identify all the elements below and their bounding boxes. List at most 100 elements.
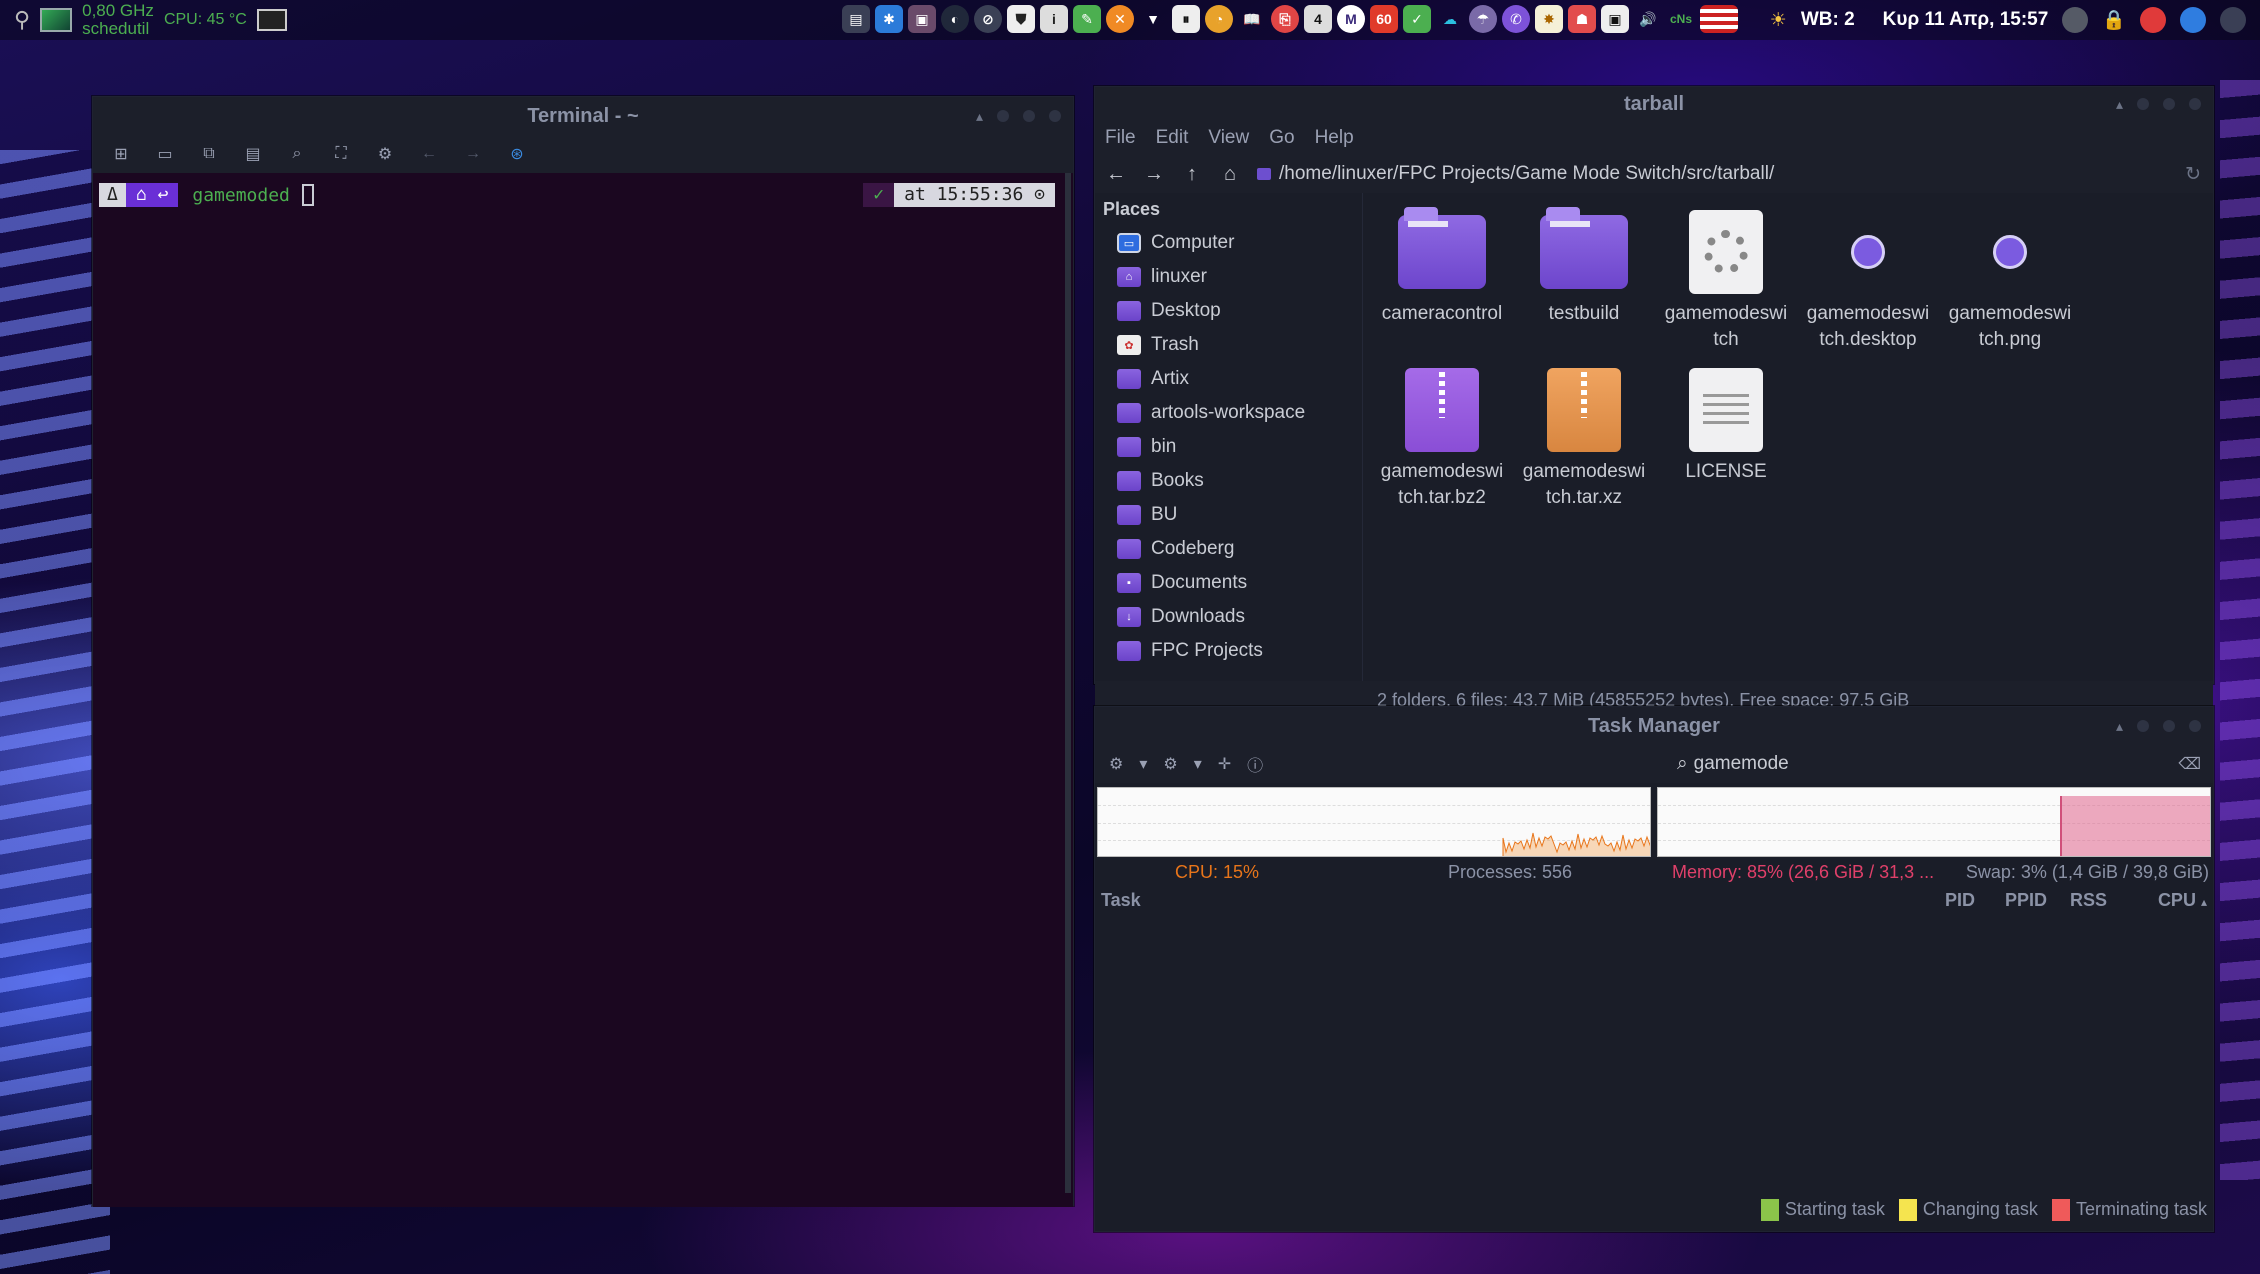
column-ppid[interactable]: PPID [1975, 890, 2047, 911]
badge-icon[interactable]: 60 [1370, 5, 1398, 33]
close-button[interactable] [1049, 110, 1061, 122]
sidebar-item-downloads[interactable]: ↓ Downloads [1103, 600, 1354, 634]
file-item[interactable]: gamemodeswi tch.desktop [1797, 209, 1939, 353]
path-field[interactable]: /home/linuxer/FPC Projects/Game Mode Swi… [1257, 163, 1774, 185]
sidebar-item-bin[interactable]: bin [1103, 430, 1354, 464]
terminal-output[interactable]: Δ ⌂ ↩ gamemoded ✓ at 15:55:36 ⊙ [93, 173, 1073, 1207]
file-item[interactable]: gamemodeswi tch [1655, 209, 1797, 353]
crosshair-icon[interactable]: ✛ [1218, 754, 1231, 774]
back-icon[interactable]: ← [1105, 163, 1127, 186]
file-item[interactable]: gamemodeswi tch.png [1939, 209, 2081, 353]
close-button[interactable] [2189, 98, 2201, 110]
settings-icon[interactable]: ⚙ [1109, 754, 1123, 774]
clock[interactable]: Κυρ 11 Απρ, 15:57 [1883, 9, 2049, 31]
search-field[interactable]: ⌕ gamemode [1677, 753, 1789, 775]
clear-search-icon[interactable]: ⌫ [2178, 754, 2201, 774]
file-manager-titlebar[interactable]: tarball ▴ [1095, 87, 2213, 121]
column-rss[interactable]: RSS [2047, 890, 2107, 911]
file-item[interactable]: gamemodeswi tch.tar.bz2 [1371, 367, 1513, 511]
pdf-icon[interactable]: ⎘ [1271, 5, 1299, 33]
sidebar-item-artools-workspace[interactable]: artools-workspace [1103, 396, 1354, 430]
copy-icon[interactable]: ⧉ [199, 145, 219, 163]
book-icon[interactable]: 📖 [1238, 5, 1266, 33]
previous-tab-icon[interactable]: ← [419, 145, 439, 163]
settings-icon[interactable]: ⚙ [1163, 754, 1177, 774]
terminal-scrollbar[interactable] [1065, 173, 1071, 1193]
reload-icon[interactable]: ↻ [2185, 163, 2201, 186]
security-icon[interactable]: ⛊ [1007, 5, 1035, 33]
task-manager-titlebar[interactable]: Task Manager ▴ [1095, 707, 2213, 745]
fullscreen-icon[interactable]: ⛶ [331, 145, 351, 163]
sidebar-item-computer[interactable]: ▭ Computer [1103, 226, 1354, 260]
settings-icon[interactable]: ⊘ [974, 5, 1002, 33]
up-icon[interactable]: ↑ [1181, 163, 1203, 186]
wifi-icon[interactable]: ▼ [1139, 5, 1167, 33]
help-icon[interactable]: ⊛ [507, 144, 527, 164]
sidebar-item-fpc-projects[interactable]: FPC Projects [1103, 634, 1354, 668]
chevron-down-icon[interactable]: ▾ [1139, 754, 1147, 774]
info-icon[interactable]: ⓘ [1247, 752, 1263, 776]
media-icon[interactable]: ⏸ [1172, 5, 1200, 33]
sidebar-item-linuxer[interactable]: ⌂ linuxer [1103, 260, 1354, 294]
browser-icon[interactable] [2180, 7, 2206, 33]
viber-icon[interactable]: ✆ [1502, 5, 1530, 33]
info-icon[interactable]: i [1040, 5, 1068, 33]
screen-icon[interactable] [256, 9, 287, 31]
new-window-icon[interactable]: ▭ [155, 144, 175, 164]
maximize-button[interactable] [1023, 110, 1035, 122]
sidebar-item-documents[interactable]: ▪ Documents [1103, 566, 1354, 600]
column-cpu[interactable]: CPU ▴ [2107, 890, 2207, 911]
minimize-button[interactable] [2137, 720, 2149, 732]
sidebar-item-books[interactable]: Books [1103, 464, 1354, 498]
alarm-icon[interactable]: ◔ [1205, 5, 1233, 33]
weather-icon[interactable]: ☂ [1469, 5, 1497, 33]
menu-go[interactable]: Go [1269, 127, 1294, 149]
settings-icon[interactable]: ⚙ [375, 144, 395, 164]
forward-icon[interactable]: → [1143, 163, 1165, 186]
sidebar-item-artix[interactable]: Artix [1103, 362, 1354, 396]
flag-icon[interactable] [1700, 5, 1738, 33]
network-icon[interactable]: ▣ [1601, 5, 1629, 33]
bluetooth-icon[interactable]: ✱ [875, 5, 903, 33]
cancel-icon[interactable]: ✕ [1106, 5, 1134, 33]
cloud-icon[interactable]: ☁ [1436, 5, 1464, 33]
close-button[interactable] [2189, 720, 2201, 732]
menu-help[interactable]: Help [1315, 127, 1354, 149]
shade-button[interactable]: ▴ [2116, 96, 2123, 113]
menu-edit[interactable]: Edit [1156, 127, 1189, 149]
search-icon[interactable]: ⌕ [287, 145, 307, 163]
file-item[interactable]: cameracontrol [1371, 207, 1513, 353]
sidebar-item-bu[interactable]: BU [1103, 498, 1354, 532]
sidebar-item-codeberg[interactable]: Codeberg [1103, 532, 1354, 566]
system-monitor-icon[interactable] [40, 8, 73, 32]
minimize-button[interactable] [997, 110, 1009, 122]
phone-icon[interactable]: ☗ [1568, 5, 1596, 33]
power-icon[interactable] [2140, 7, 2166, 33]
maximize-button[interactable] [2163, 720, 2175, 732]
next-tab-icon[interactable]: → [463, 145, 483, 163]
sidebar-item-desktop[interactable]: Desktop [1103, 294, 1354, 328]
tray-menu-icon[interactable] [2220, 7, 2246, 33]
usb-icon[interactable]: ⚲ [14, 7, 30, 33]
chevron-down-icon[interactable]: ▾ [1194, 754, 1202, 774]
file-item[interactable]: testbuild [1513, 207, 1655, 353]
game-icon[interactable]: ✸ [1535, 5, 1563, 33]
terminal-titlebar[interactable]: Terminal - ~ ▴ [93, 97, 1073, 135]
weather-sun-icon[interactable]: ☀ [1770, 9, 1787, 32]
menu-file[interactable]: File [1105, 127, 1136, 149]
shade-button[interactable]: ▴ [976, 108, 983, 125]
file-item[interactable]: LICENSE [1655, 367, 1797, 511]
minimize-button[interactable] [2137, 98, 2149, 110]
new-tab-icon[interactable]: ⊞ [111, 144, 131, 164]
tray-app-icon[interactable]: ▤ [842, 5, 870, 33]
tray-icon[interactable]: ▣ [908, 5, 936, 33]
check-icon[interactable]: ✓ [1403, 5, 1431, 33]
tray-text-icon[interactable]: cNs [1667, 5, 1695, 33]
lock-icon[interactable]: 🔒 [2102, 8, 2126, 32]
menu-view[interactable]: View [1208, 127, 1249, 149]
paste-icon[interactable]: ▤ [243, 144, 263, 164]
column-task[interactable]: Task [1101, 890, 1909, 911]
file-view[interactable]: cameracontrol testbuild gamemodeswi tch game… [1363, 193, 2213, 681]
shade-button[interactable]: ▴ [2116, 718, 2123, 735]
counter-icon[interactable]: 4 [1304, 5, 1332, 33]
